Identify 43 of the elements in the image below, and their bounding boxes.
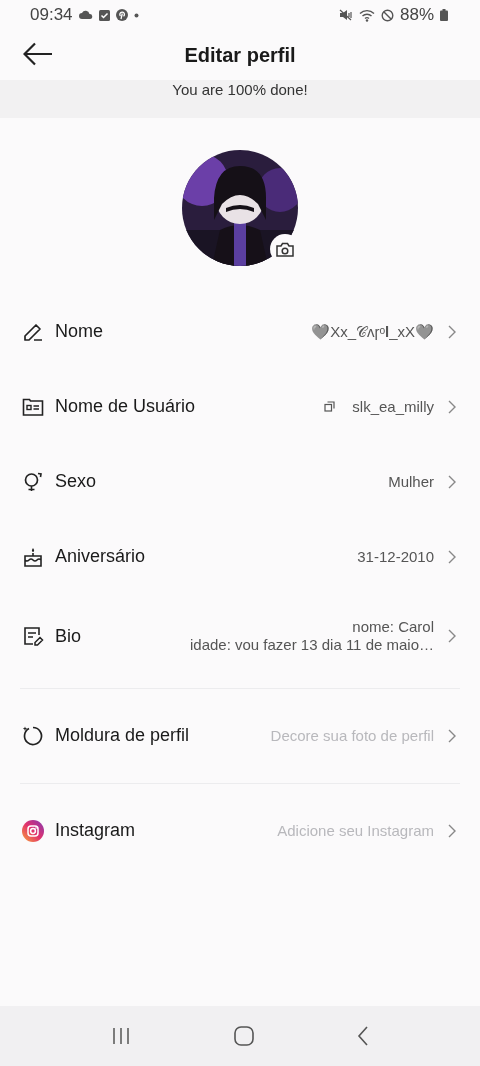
note-edit-icon — [22, 625, 44, 647]
field-label: Nome de Usuário — [55, 396, 196, 417]
mute-icon — [338, 9, 353, 21]
status-time: 09:34 — [30, 5, 73, 25]
field-value: Mulher — [388, 472, 434, 491]
instagram-icon — [22, 819, 44, 842]
field-label: Aniversário — [55, 546, 146, 567]
home-icon[interactable] — [234, 1026, 254, 1046]
chevron-right-icon[interactable] — [448, 549, 456, 564]
field-value: 🩶Xx_𝒞ᴧɼᵒ𝐥_xX🩶 — [311, 322, 434, 341]
wifi-icon — [358, 8, 375, 22]
dot-icon — [133, 12, 139, 18]
text-field[interactable]: Decore sua foto de perfil — [270, 726, 434, 745]
field-value: nome: Carol idade: vou fazer 13 dia 11 de maio… — [189, 618, 434, 654]
field-label: Instagram — [55, 820, 136, 841]
recent-apps-icon[interactable] — [111, 1027, 132, 1045]
back-icon[interactable] — [356, 1026, 369, 1046]
cloud-icon — [78, 10, 93, 20]
battery-percent: 88% — [399, 5, 434, 25]
chevron-right-icon[interactable] — [448, 324, 456, 339]
pin-icon — [115, 9, 128, 21]
copy-icon[interactable] — [324, 401, 336, 412]
progress-banner: You are 100% done! — [0, 80, 480, 118]
battery-icon — [440, 9, 448, 21]
page-title: Editar perfil — [184, 43, 296, 67]
chevron-right-icon[interactable] — [448, 629, 456, 643]
field-label: Bio — [55, 625, 81, 647]
field-value: 31-12-2010 — [357, 547, 434, 566]
female-symbol-icon — [22, 470, 44, 493]
camera-icon — [276, 241, 294, 257]
back-arrow-icon[interactable] — [23, 42, 53, 66]
field-value: slk_ea_milly — [352, 397, 434, 416]
field-label: Moldura de perfil — [55, 725, 190, 746]
frame-circle-icon — [22, 724, 44, 747]
blocked-icon — [380, 8, 394, 22]
chevron-right-icon[interactable] — [448, 399, 456, 414]
chevron-right-icon[interactable] — [448, 823, 456, 838]
checkbox-icon — [98, 9, 110, 21]
field-label: Sexo — [55, 471, 97, 492]
chevron-right-icon[interactable] — [448, 728, 456, 743]
field-label: Nome — [55, 321, 103, 342]
chevron-right-icon[interactable] — [448, 474, 456, 489]
text-field[interactable]: Adicione seu Instagram — [277, 821, 434, 840]
